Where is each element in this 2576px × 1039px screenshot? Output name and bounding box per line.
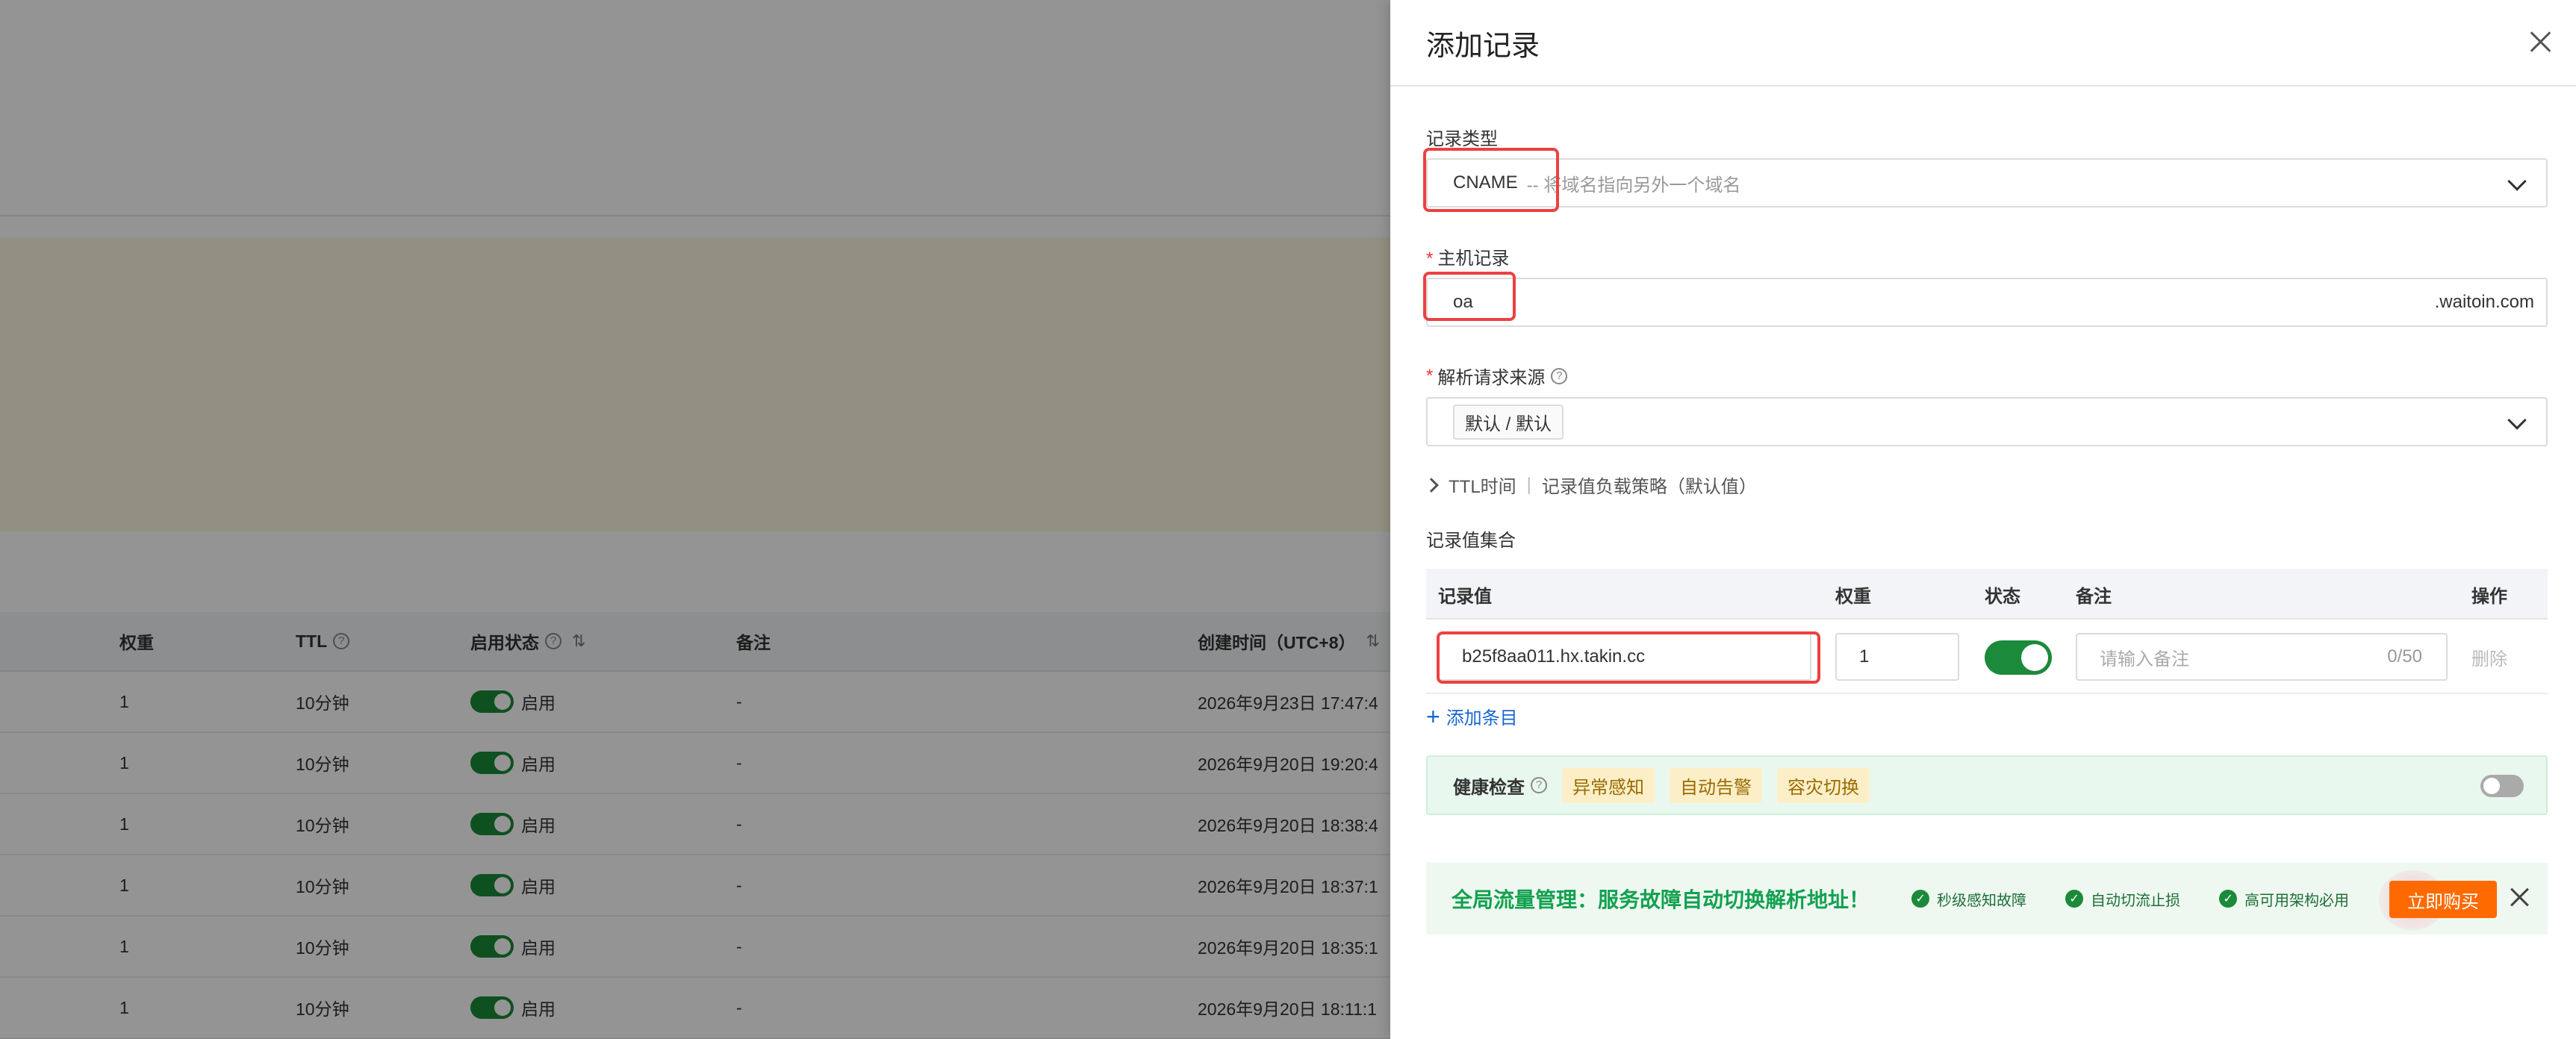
plus-icon: + <box>1426 702 1440 730</box>
drawer-header: 添加记录 <box>1390 0 2576 87</box>
modal-overlay[interactable] <box>0 0 1390 1039</box>
promo-title: 全局流量管理：服务故障自动切换解析地址！ <box>1452 888 1870 911</box>
promo-feature: ✓ 高可用架构必用 <box>2219 888 2349 910</box>
promo-feature: ✓ 秒级感知故障 <box>1911 888 2026 910</box>
promo-feature: ✓ 自动切流止损 <box>2065 888 2180 910</box>
record-type-select[interactable]: CNAME -- 将域名指向另外一个域名 <box>1426 158 2548 208</box>
chevron-down-icon <box>2507 172 2527 191</box>
check-icon: ✓ <box>1911 890 1930 908</box>
record-type-label: 记录类型 <box>1426 129 1498 149</box>
highlight-box <box>1437 631 1820 684</box>
delete-button[interactable]: 删除 <box>2471 620 2507 694</box>
chevron-right-icon <box>1424 477 1439 493</box>
char-counter: 0/50 <box>2387 646 2422 667</box>
state-toggle[interactable] <box>1985 640 2052 675</box>
add-item-button[interactable]: + 添加条目 <box>1426 703 1518 729</box>
health-tag: 容灾切换 <box>1777 767 1870 803</box>
weight-input[interactable]: 1 <box>1835 633 1959 681</box>
ttl-collapse-toggle[interactable]: TTL时间 | 记录值负载策略（默认值） <box>1424 472 1757 498</box>
help-icon[interactable]: ? <box>1531 777 1547 793</box>
drawer-title: 添加记录 <box>1426 30 1540 62</box>
host-record-input[interactable]: oa .waitoin.com <box>1426 278 2548 327</box>
close-icon[interactable] <box>2527 28 2554 55</box>
record-values-header: 记录值 权重 状态 备注 操作 <box>1426 569 2548 620</box>
buy-now-button[interactable]: 立即购买 <box>2389 881 2497 918</box>
source-label: * 解析请求来源? <box>1426 363 1568 389</box>
help-icon[interactable]: ? <box>1551 367 1568 384</box>
host-record-label: * 主机记录 <box>1426 249 1510 269</box>
health-check-toggle[interactable] <box>2480 775 2524 797</box>
highlight-box <box>1423 272 1516 321</box>
domain-suffix: .waitoin.com <box>2434 292 2534 312</box>
health-tag: 异常感知 <box>1562 767 1655 803</box>
health-tag: 自动告警 <box>1670 767 1762 803</box>
health-check-bar: 健康检查 ? 异常感知 自动告警 容灾切换 <box>1426 755 2548 815</box>
highlight-box <box>1423 148 1559 212</box>
source-select[interactable]: 默认 / 默认 <box>1426 397 2548 446</box>
check-icon: ✓ <box>2219 890 2238 908</box>
close-icon[interactable] <box>2507 885 2531 909</box>
add-record-drawer: 添加记录 记录类型 CNAME -- 将域名指向另外一个域名 * 主机记录 oa … <box>1390 0 2576 1039</box>
chevron-down-icon <box>2507 411 2527 430</box>
note-input[interactable]: 请输入备注 0/50 <box>2076 633 2448 681</box>
value-set-label: 记录值集合 <box>1426 531 1516 551</box>
check-icon: ✓ <box>2065 890 2084 908</box>
promo-banner: 全局流量管理：服务故障自动切换解析地址！ ✓ 秒级感知故障 ✓ 自动切流止损 ✓ 高可… <box>1426 863 2548 935</box>
source-tag: 默认 / 默认 <box>1453 404 1564 440</box>
